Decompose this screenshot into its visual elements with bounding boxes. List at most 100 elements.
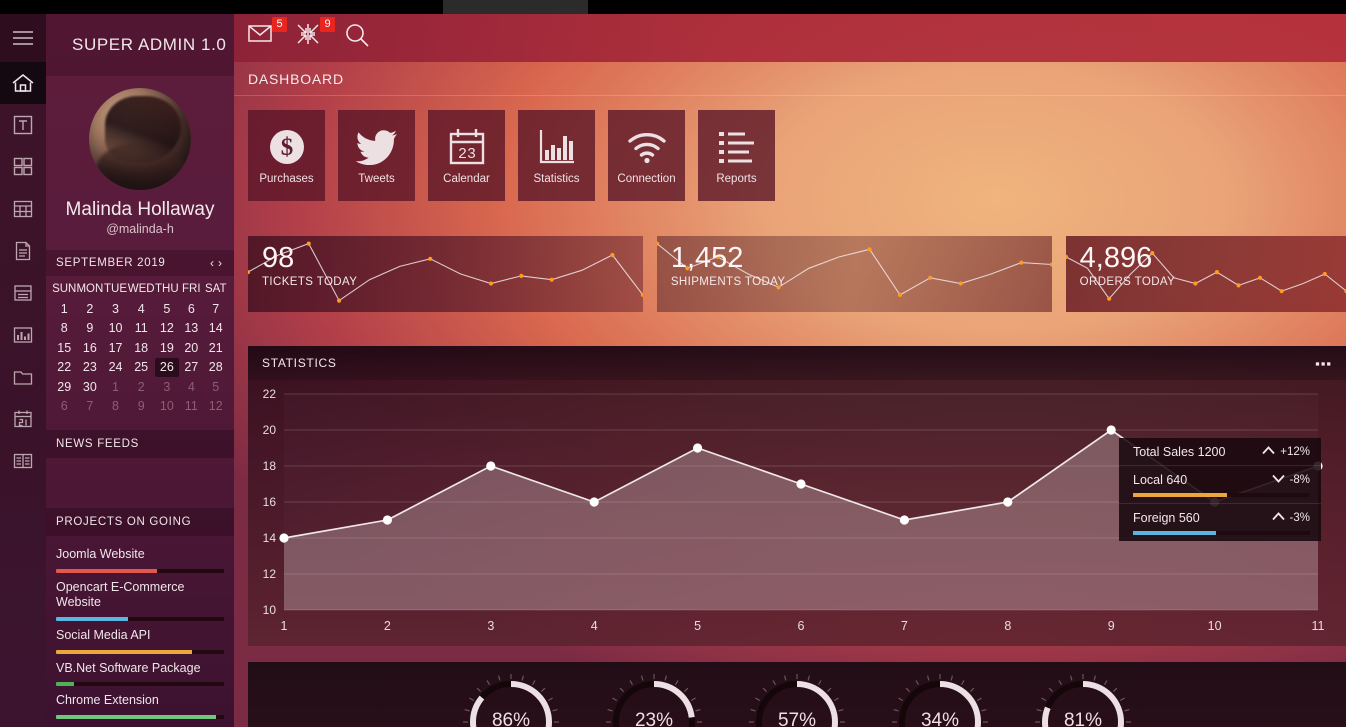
- profile-block: Malinda Hollaway @malinda-h: [46, 76, 234, 236]
- calendar-next-button[interactable]: ›: [216, 256, 224, 270]
- calendar-day[interactable]: 2: [128, 377, 155, 397]
- calendar-icon: 23: [448, 121, 486, 173]
- avatar[interactable]: [89, 88, 191, 190]
- gauge: 57%: [747, 672, 847, 727]
- stat-card[interactable]: 4,896 ORDERS TODAY: [1065, 236, 1346, 312]
- calendar-day[interactable]: 3: [155, 377, 179, 397]
- sidebar-item-grid[interactable]: [0, 146, 46, 188]
- project-item[interactable]: Joomla Website: [56, 540, 224, 573]
- sidebar-item-files[interactable]: [0, 356, 46, 398]
- calendar-day[interactable]: 6: [52, 397, 76, 417]
- calendar-day[interactable]: 3: [103, 299, 127, 319]
- calendar-day[interactable]: 8: [52, 319, 76, 339]
- icon-rail[interactable]: [0, 14, 46, 727]
- project-item[interactable]: Chrome Extension: [56, 686, 224, 719]
- calendar-day[interactable]: 10: [155, 397, 179, 417]
- gauge-value: 81%: [1063, 710, 1103, 727]
- calendar-day[interactable]: 11: [128, 319, 155, 339]
- calendar-day[interactable]: 9: [128, 397, 155, 417]
- sidebar-item-home[interactable]: [0, 62, 46, 104]
- statistics-more-button[interactable]: ▪▪▪: [1315, 356, 1332, 371]
- calendar-day[interactable]: 17: [103, 338, 127, 358]
- svg-text:7: 7: [901, 619, 908, 633]
- calendar-day[interactable]: 5: [155, 299, 179, 319]
- calendar-day[interactable]: 25: [128, 358, 155, 378]
- calendar-day[interactable]: 19: [155, 338, 179, 358]
- calendar-day[interactable]: 29: [52, 377, 76, 397]
- sidebar-item-typography[interactable]: [0, 104, 46, 146]
- svg-text:6: 6: [798, 619, 805, 633]
- quick-tiles: $ Purchases Tweets 23 Calendar Statistics Conn…: [248, 110, 775, 201]
- statistics-chart[interactable]: 10 12 14 16 18 20 22 1 2 3 4 5 6 7 8 9 10 11 Total Sales …: [248, 380, 1346, 646]
- gauge-value: 23%: [634, 710, 674, 727]
- calendar-day[interactable]: 7: [76, 397, 103, 417]
- project-item[interactable]: Opencart E-Commerce Website: [56, 573, 224, 621]
- compress-icon[interactable]: 9: [296, 17, 335, 53]
- calendar-day[interactable]: 26: [154, 357, 180, 377]
- calendar-day[interactable]: 20: [179, 338, 203, 358]
- calendar-day[interactable]: 16: [76, 338, 103, 358]
- calendar-day[interactable]: 13: [179, 319, 203, 339]
- sidebar-item-calendar[interactable]: [0, 398, 46, 440]
- calendar-grid[interactable]: SUN MON TUE WED THU FRI SAT 1 2 3 4 5 6 7 8 9 10 11 12 13 14…: [46, 276, 234, 416]
- calendar-day[interactable]: 14: [204, 319, 228, 339]
- project-name: Opencart E-Commerce Website: [56, 579, 185, 610]
- tile-tweets[interactable]: Tweets: [338, 110, 415, 201]
- stat-card[interactable]: 1,452 SHIPMENTS TODAY: [656, 236, 1052, 312]
- tooltip-label: Local 640: [1133, 473, 1188, 487]
- sidebar-item-tables[interactable]: [0, 188, 46, 230]
- calendar-widget: SEPTEMBER 2019 ‹ › SUN MON TUE WED THU FRI SAT…: [46, 250, 234, 416]
- calendar-day[interactable]: 1: [103, 377, 127, 397]
- calendar-day[interactable]: 5: [204, 377, 228, 397]
- chevron-down-icon: [1271, 474, 1285, 486]
- search-icon[interactable]: [344, 23, 374, 53]
- stat-card-value: 1,452: [670, 242, 744, 274]
- calendar-day[interactable]: 18: [128, 338, 155, 358]
- calendar-day[interactable]: 2: [76, 299, 103, 319]
- calendar-day[interactable]: 27: [179, 358, 203, 378]
- calendar-day[interactable]: 9: [76, 319, 103, 339]
- calendar-day[interactable]: 1: [52, 299, 76, 319]
- news-feeds-body: [46, 458, 234, 494]
- sidebar-item-forms[interactable]: [0, 272, 46, 314]
- svg-text:2: 2: [384, 619, 391, 633]
- tile-calendar[interactable]: 23 Calendar: [428, 110, 505, 201]
- tile-purchases[interactable]: $ Purchases: [248, 110, 325, 201]
- sidebar-item-documents[interactable]: [0, 230, 46, 272]
- calendar-day[interactable]: 4: [128, 299, 155, 319]
- project-item[interactable]: Social Media API: [56, 621, 224, 654]
- calendar-day[interactable]: 22: [52, 358, 76, 378]
- calendar-day[interactable]: 12: [204, 397, 228, 417]
- tile-reports[interactable]: Reports: [698, 110, 775, 201]
- tile-label: Calendar: [443, 173, 490, 185]
- calendar-day[interactable]: 15: [52, 338, 76, 358]
- sidebar-item-charts[interactable]: [0, 314, 46, 356]
- chevron-up-icon: [1271, 512, 1285, 524]
- mail-icon[interactable]: 5: [248, 17, 287, 53]
- calendar-day[interactable]: 10: [103, 319, 127, 339]
- calendar-day[interactable]: 30: [76, 377, 103, 397]
- calendar-day[interactable]: 28: [204, 358, 228, 378]
- calendar-day[interactable]: 7: [204, 299, 228, 319]
- sidebar-item-pages[interactable]: [0, 440, 46, 482]
- stat-card[interactable]: 98 TICKETS TODAY: [248, 236, 643, 312]
- gauge: 81%: [1033, 672, 1133, 727]
- calendar-day[interactable]: 8: [103, 397, 127, 417]
- calendar-day[interactable]: 21: [204, 338, 228, 358]
- hamburger-menu-button[interactable]: [0, 14, 46, 62]
- calendar-day[interactable]: 4: [179, 377, 203, 397]
- project-item[interactable]: VB.Net Software Package: [56, 654, 224, 687]
- tile-connection[interactable]: Connection: [608, 110, 685, 201]
- calendar-day[interactable]: 23: [76, 358, 103, 378]
- calendar-day[interactable]: 6: [179, 299, 203, 319]
- calendar-day[interactable]: 11: [179, 397, 203, 417]
- os-window-tab[interactable]: [443, 0, 588, 14]
- gauge: 23%: [604, 672, 704, 727]
- projects-list: Joomla Website Opencart E-Commerce Websit…: [46, 536, 234, 719]
- admin-dashboard-app: SUPER ADMIN 1.0 Malinda Hollaway @malind…: [0, 14, 1346, 727]
- calendar-day[interactable]: 24: [103, 358, 127, 378]
- calendar-prev-button[interactable]: ‹: [208, 256, 216, 270]
- tile-statistics[interactable]: Statistics: [518, 110, 595, 201]
- calendar-day[interactable]: 12: [155, 319, 179, 339]
- svg-text:16: 16: [263, 495, 277, 509]
